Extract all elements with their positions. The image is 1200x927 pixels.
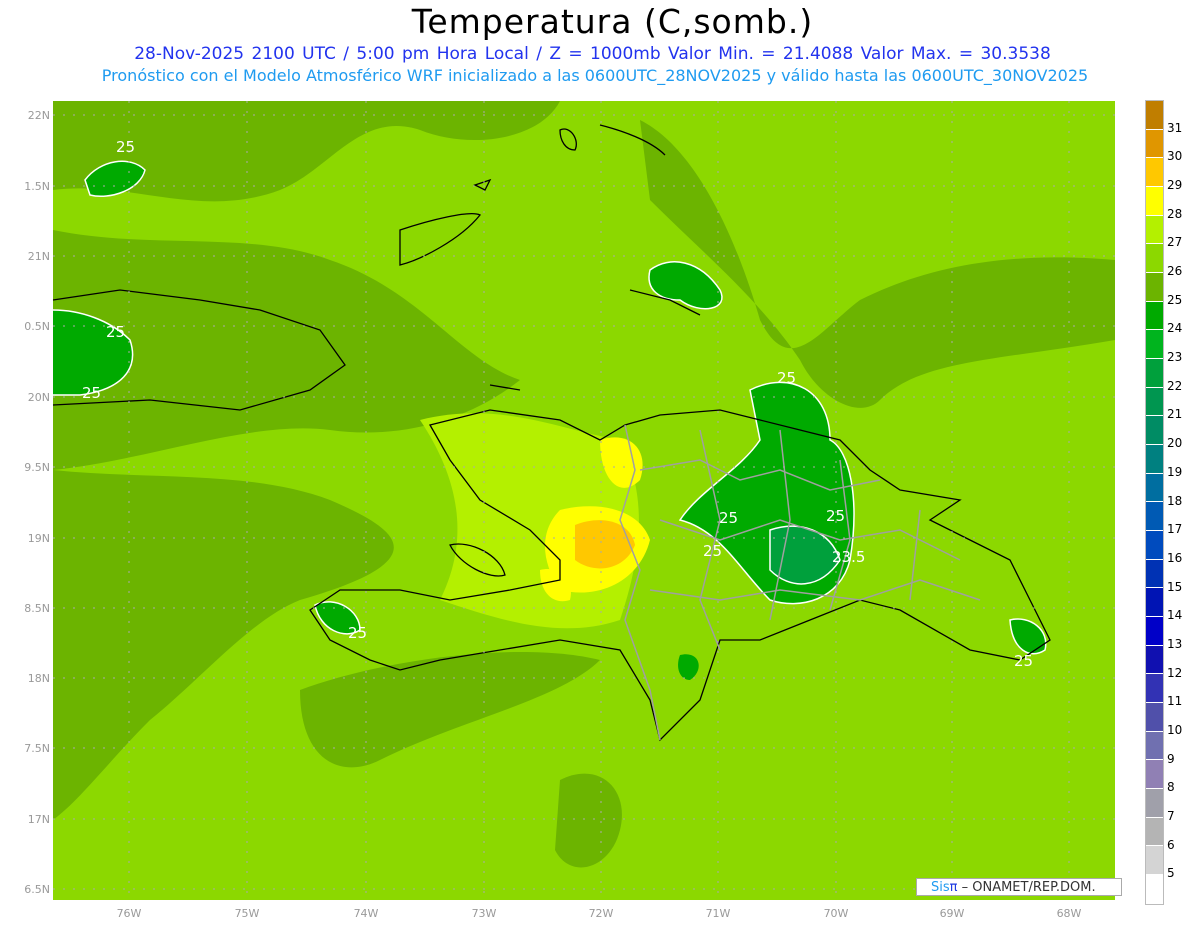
lon-tick: 71W [706, 907, 731, 920]
colorbar-label: 20 [1167, 436, 1183, 451]
colorbar-bin [1146, 731, 1163, 761]
lat-tick: 22N [28, 109, 50, 122]
credit-text: – ONAMET/REP.DOM. [961, 880, 1096, 895]
colorbar-label: 19 [1167, 464, 1183, 479]
colorbar-label: 7 [1167, 808, 1175, 823]
colorbar-bin [1146, 215, 1163, 245]
colorbar-label: 11 [1167, 694, 1183, 709]
colorbar-bin [1146, 789, 1163, 818]
contour-label: 25 [106, 323, 125, 341]
colorbar-bin [1146, 817, 1163, 847]
lat-tick: 19N [28, 532, 50, 545]
colorbar-bin [1146, 244, 1163, 274]
colorbar-bin [1146, 875, 1163, 904]
lat-tick: 7.5N [24, 742, 50, 755]
temperature-map: 25 25 25 25 25 25 25 23.5 25 25 76W 75W … [24, 101, 1115, 920]
colorbar-bin [1146, 703, 1163, 732]
colorbar-bin [1146, 674, 1163, 704]
colorbar-bin [1146, 416, 1163, 446]
contour-label: 25 [116, 138, 135, 156]
lon-tick: 72W [589, 907, 614, 920]
lat-axis: 22N 1.5N 21N 0.5N 20N 9.5N 19N 8.5N 18N … [24, 109, 50, 896]
colorbar-label: 29 [1167, 178, 1183, 193]
colorbar-label: 5 [1167, 866, 1175, 881]
contour-label: 25 [82, 384, 101, 402]
colorbar-bin [1146, 846, 1163, 876]
colorbar-label: 12 [1167, 665, 1183, 680]
contour-label: 25 [348, 624, 367, 642]
colorbar-label: 15 [1167, 579, 1183, 594]
colorbar-label: 28 [1167, 206, 1183, 221]
lon-axis: 76W 75W 74W 73W 72W 71W 70W 69W 68W [117, 907, 1082, 920]
contour-label: 25 [703, 542, 722, 560]
colorbar [1145, 100, 1164, 905]
lat-tick: 17N [28, 813, 50, 826]
colorbar-bin [1146, 187, 1163, 216]
colorbar-bin [1146, 129, 1163, 159]
colorbar-bin [1146, 301, 1163, 331]
contour-label: 25 [777, 369, 796, 387]
lat-tick: 8.5N [24, 602, 50, 615]
colorbar-label: 8 [1167, 780, 1175, 795]
colorbar-label: 13 [1167, 636, 1183, 651]
lat-tick: 9.5N [24, 461, 50, 474]
credit-brand-pi: π [949, 880, 958, 895]
contour-label: 23.5 [832, 548, 865, 566]
contour-label: 25 [1014, 652, 1033, 670]
colorbar-bin [1146, 559, 1163, 589]
colorbar-label: 16 [1167, 550, 1183, 565]
lon-tick: 73W [472, 907, 497, 920]
lat-tick: 21N [28, 250, 50, 263]
colorbar-bin [1146, 101, 1163, 130]
colorbar-label: 9 [1167, 751, 1175, 766]
lat-tick: 0.5N [24, 320, 50, 333]
lon-tick: 75W [235, 907, 260, 920]
colorbar-label: 23 [1167, 350, 1183, 365]
colorbar-label: 17 [1167, 522, 1183, 537]
colorbar-bin [1146, 445, 1163, 474]
colorbar-label: 10 [1167, 722, 1183, 737]
colorbar-bin [1146, 617, 1163, 646]
colorbar-label: 22 [1167, 378, 1183, 393]
colorbar-bin [1146, 502, 1163, 532]
colorbar-label: 25 [1167, 292, 1183, 307]
colorbar-bin [1146, 760, 1163, 790]
lat-tick: 20N [28, 391, 50, 404]
colorbar-label: 27 [1167, 235, 1183, 250]
lon-tick: 68W [1057, 907, 1082, 920]
colorbar-label: 24 [1167, 321, 1183, 336]
colorbar-bin [1146, 645, 1163, 675]
contour-label: 25 [719, 509, 738, 527]
colorbar-label: 6 [1167, 837, 1175, 852]
colorbar-bin [1146, 387, 1163, 417]
contour-label: 25 [826, 507, 845, 525]
colorbar-label: 21 [1167, 407, 1183, 422]
colorbar-bin [1146, 588, 1163, 618]
colorbar-bin [1146, 158, 1163, 188]
colorbar-bin [1146, 473, 1163, 503]
colorbar-label: 26 [1167, 264, 1183, 279]
colorbar-bin [1146, 359, 1163, 388]
colorbar-label: 31 [1167, 120, 1183, 135]
lon-tick: 70W [824, 907, 849, 920]
lon-tick: 74W [354, 907, 379, 920]
lat-tick: 6.5N [24, 883, 50, 896]
credit-brand-sis: Sis [931, 880, 950, 895]
colorbar-label: 30 [1167, 149, 1183, 164]
lat-tick: 1.5N [24, 180, 50, 193]
lon-tick: 69W [940, 907, 965, 920]
colorbar-bin [1146, 531, 1163, 560]
credit-box: Sisπ – ONAMET/REP.DOM. [916, 878, 1122, 896]
colorbar-bin [1146, 273, 1163, 302]
colorbar-label: 14 [1167, 608, 1183, 623]
colorbar-bin [1146, 330, 1163, 360]
lon-tick: 76W [117, 907, 142, 920]
lat-tick: 18N [28, 672, 50, 685]
colorbar-label: 18 [1167, 493, 1183, 508]
